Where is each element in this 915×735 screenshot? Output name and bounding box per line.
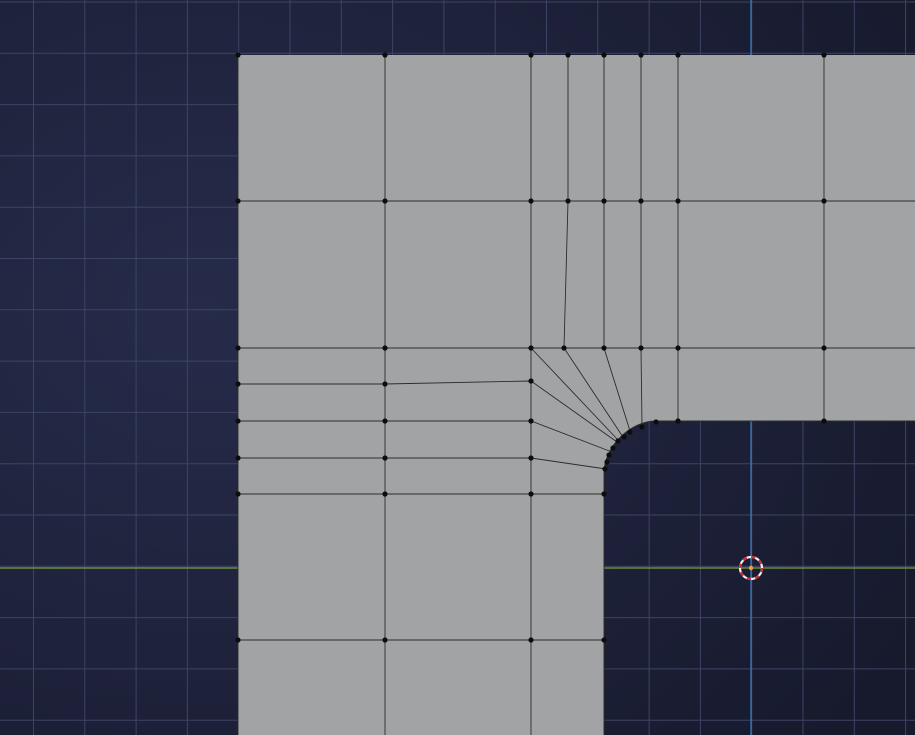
mesh-vertex[interactable] bbox=[235, 491, 241, 497]
mesh-vertex[interactable] bbox=[565, 52, 571, 58]
mesh-vertex[interactable] bbox=[653, 419, 659, 425]
mesh-vertex[interactable] bbox=[601, 491, 607, 497]
mesh-vertex[interactable] bbox=[382, 637, 388, 643]
mesh-vertex[interactable] bbox=[382, 381, 388, 387]
mesh-vertex[interactable] bbox=[528, 198, 534, 204]
mesh-vertex[interactable] bbox=[638, 198, 644, 204]
mesh-vertex[interactable] bbox=[235, 345, 241, 351]
mesh-vertex[interactable] bbox=[675, 418, 681, 424]
mesh-vertex[interactable] bbox=[675, 345, 681, 351]
mesh-vertex[interactable] bbox=[561, 345, 567, 351]
mesh-vertex[interactable] bbox=[627, 429, 633, 435]
mesh-vertex[interactable] bbox=[638, 345, 644, 351]
mesh-vertex[interactable] bbox=[528, 455, 534, 461]
mesh-vertex[interactable] bbox=[602, 466, 608, 472]
mesh-vertex[interactable] bbox=[528, 345, 534, 351]
mesh-vertex[interactable] bbox=[528, 418, 534, 424]
mesh-vertex[interactable] bbox=[528, 491, 534, 497]
mesh-vertex[interactable] bbox=[382, 491, 388, 497]
mesh-vertex[interactable] bbox=[675, 52, 681, 58]
mesh-vertex[interactable] bbox=[528, 52, 534, 58]
3d-viewport[interactable] bbox=[0, 0, 915, 735]
mesh-vertex[interactable] bbox=[382, 418, 388, 424]
mesh-vertex[interactable] bbox=[615, 438, 621, 444]
mesh-vertex[interactable] bbox=[565, 198, 571, 204]
mesh-vertex[interactable] bbox=[601, 52, 607, 58]
mesh-vertex[interactable] bbox=[382, 198, 388, 204]
mesh-vertex[interactable] bbox=[601, 345, 607, 351]
mesh-vertex[interactable] bbox=[604, 459, 610, 465]
mesh-vertex[interactable] bbox=[235, 52, 241, 58]
mesh-vertex[interactable] bbox=[235, 198, 241, 204]
mesh-vertex[interactable] bbox=[528, 378, 534, 384]
viewport-canvas[interactable] bbox=[0, 0, 915, 735]
mesh-vertex[interactable] bbox=[235, 637, 241, 643]
mesh-vertex[interactable] bbox=[821, 52, 827, 58]
mesh-vertex[interactable] bbox=[601, 198, 607, 204]
mesh-vertex[interactable] bbox=[235, 418, 241, 424]
mesh-vertex[interactable] bbox=[621, 434, 627, 440]
mesh-vertex[interactable] bbox=[639, 424, 645, 430]
mesh-vertex[interactable] bbox=[675, 198, 681, 204]
mesh-vertex[interactable] bbox=[821, 345, 827, 351]
mesh-vertex[interactable] bbox=[528, 637, 534, 643]
mesh-vertex[interactable] bbox=[638, 52, 644, 58]
mesh-vertex[interactable] bbox=[601, 637, 607, 643]
mesh-vertex[interactable] bbox=[606, 452, 612, 458]
mesh-vertex[interactable] bbox=[382, 52, 388, 58]
mesh-vertex[interactable] bbox=[235, 381, 241, 387]
mesh-vertex[interactable] bbox=[821, 198, 827, 204]
mesh-vertex[interactable] bbox=[382, 345, 388, 351]
mesh-vertex[interactable] bbox=[610, 445, 616, 451]
mesh-vertex[interactable] bbox=[235, 455, 241, 461]
mesh-vertex[interactable] bbox=[382, 455, 388, 461]
mesh-vertex[interactable] bbox=[821, 418, 827, 424]
